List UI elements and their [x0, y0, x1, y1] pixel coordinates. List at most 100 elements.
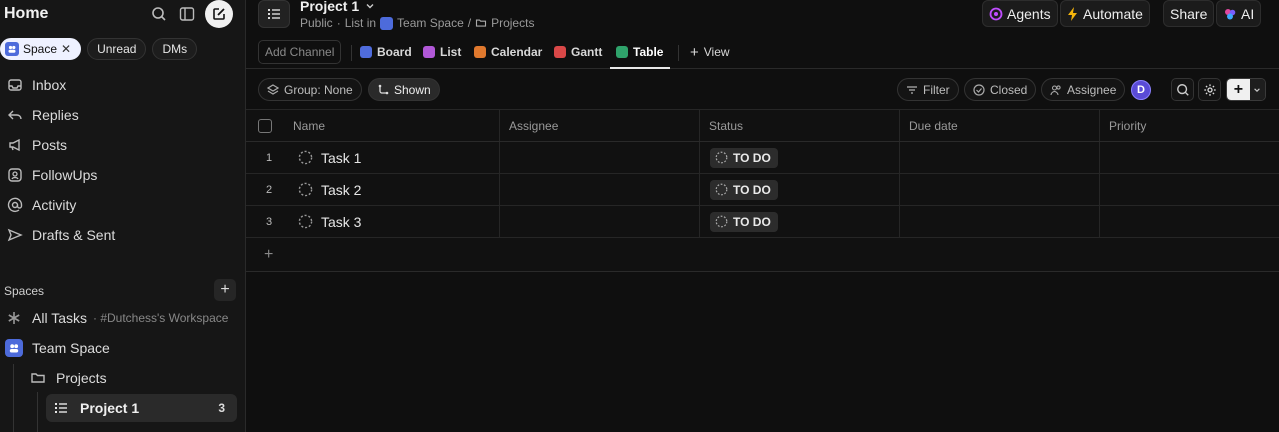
tab-gantt[interactable]: Gantt: [554, 40, 602, 64]
filter-button[interactable]: Filter: [897, 78, 959, 101]
add-view-button[interactable]: + View: [690, 40, 730, 64]
team-icon: [5, 339, 23, 357]
tab-list-label: List: [440, 45, 462, 59]
status-badge[interactable]: TO DO: [710, 179, 778, 200]
sidebar-item-followups[interactable]: FollowUps: [6, 163, 97, 187]
search-button[interactable]: [1171, 78, 1194, 101]
column-header-assignee[interactable]: Assignee: [500, 110, 700, 141]
sidebar-item-inbox[interactable]: Inbox: [6, 73, 66, 97]
priority-cell[interactable]: [1100, 174, 1279, 205]
tab-table-label: Table: [633, 45, 664, 59]
assignee-cell[interactable]: [500, 206, 700, 237]
task-name-cell[interactable]: Task 3: [284, 206, 500, 237]
close-icon[interactable]: ✕: [61, 42, 71, 56]
people-icon: [1050, 84, 1061, 95]
sidebar-item-team-space[interactable]: Team Space: [5, 336, 110, 360]
sidebar-item-projects[interactable]: Projects: [30, 366, 107, 390]
gear-icon: [1203, 83, 1216, 96]
tab-calendar[interactable]: Calendar: [474, 40, 542, 64]
tab-table[interactable]: Table: [616, 40, 663, 64]
sidebar-item-posts[interactable]: Posts: [6, 133, 67, 157]
status-cell[interactable]: TO DO: [700, 206, 900, 237]
list-icon: [54, 401, 72, 415]
priority-cell[interactable]: [1100, 142, 1279, 173]
ai-button[interactable]: AI: [1216, 0, 1262, 27]
breadcrumb-folder[interactable]: Projects: [491, 16, 534, 30]
column-header-due-date[interactable]: Due date: [900, 110, 1100, 141]
assignee-cell[interactable]: [500, 174, 700, 205]
due-date-cell[interactable]: [900, 206, 1100, 237]
sidebar-item-label: Activity: [32, 197, 77, 213]
due-date-cell[interactable]: [900, 174, 1100, 205]
search-icon[interactable]: [149, 4, 169, 24]
status-label: TO DO: [733, 150, 771, 165]
chip-dms[interactable]: DMs: [152, 38, 198, 60]
table-row[interactable]: 2 Task 2 TO DO: [246, 174, 1279, 206]
plus-icon[interactable]: +: [1227, 79, 1250, 100]
sidebar-toggle-icon[interactable]: [177, 4, 197, 24]
list-menu-button[interactable]: [258, 0, 290, 28]
due-date-cell[interactable]: [900, 142, 1100, 173]
list-icon: [268, 9, 280, 19]
view-tabs: Add Channel Board List Calendar Gantt Ta…: [246, 37, 1279, 69]
sidebar-item-all-tasks[interactable]: All Tasks · #Dutchess's Workspace: [6, 306, 228, 330]
column-header-name[interactable]: Name: [284, 110, 500, 141]
compose-button[interactable]: [205, 0, 233, 28]
chip-space[interactable]: Space ✕: [0, 38, 82, 60]
column-header-status[interactable]: Status: [700, 110, 900, 141]
followup-icon: [6, 166, 24, 184]
all-tasks-label: All Tasks: [32, 310, 87, 326]
assignee-cell[interactable]: [500, 142, 700, 173]
chevron-down-icon[interactable]: [1249, 79, 1265, 100]
add-task-button[interactable]: +: [1226, 78, 1266, 101]
sidebar-item-activity[interactable]: Activity: [6, 193, 76, 217]
sidebar-item-project-1[interactable]: Project 1 3: [46, 394, 237, 422]
status-badge[interactable]: TO DO: [710, 147, 778, 168]
select-all-cell: [246, 110, 284, 141]
project-title[interactable]: Project 1: [300, 0, 375, 14]
tab-board[interactable]: Board: [360, 40, 412, 64]
team-icon: [5, 42, 19, 56]
filter-label: Filter: [923, 82, 950, 97]
sidebar-item-replies[interactable]: Replies: [6, 103, 79, 127]
status-cell[interactable]: TO DO: [700, 142, 900, 173]
project-1-label: Project 1: [80, 400, 140, 416]
automate-button[interactable]: Automate: [1060, 0, 1150, 27]
asterisk-icon: [6, 310, 24, 326]
tab-list[interactable]: List: [423, 40, 461, 64]
table-row[interactable]: 3 Task 3 TO DO: [246, 206, 1279, 238]
group-button[interactable]: Group: None: [258, 78, 362, 101]
task-name-cell[interactable]: Task 1: [284, 142, 500, 173]
chip-unread[interactable]: Unread: [87, 38, 147, 60]
add-channel-button[interactable]: Add Channel: [258, 40, 342, 64]
task-name: Task 3: [321, 213, 362, 230]
chip-space-label: Space: [23, 42, 58, 56]
add-row-button[interactable]: +: [246, 238, 1279, 272]
sidebar-filter-chips: Space ✕ Unread DMs: [0, 38, 198, 60]
task-count: 3: [218, 401, 225, 415]
sidebar-item-drafts[interactable]: Drafts & Sent: [6, 223, 115, 247]
breadcrumb-space[interactable]: Team Space: [397, 16, 464, 30]
settings-button[interactable]: [1198, 78, 1221, 101]
assignee-button[interactable]: Assignee: [1041, 78, 1126, 101]
share-button[interactable]: Share: [1163, 0, 1215, 27]
folder-icon: [476, 19, 487, 27]
task-name-cell[interactable]: Task 2: [284, 174, 500, 205]
plus-icon[interactable]: +: [264, 246, 273, 264]
table-row[interactable]: 1 Task 1 TO DO: [246, 142, 1279, 174]
status-cell[interactable]: TO DO: [700, 174, 900, 205]
status-badge[interactable]: TO DO: [710, 211, 778, 232]
agents-button[interactable]: Agents: [982, 0, 1058, 27]
breadcrumb-separator: ·: [336, 16, 341, 30]
ai-label: AI: [1241, 5, 1255, 22]
priority-cell[interactable]: [1100, 206, 1279, 237]
avatar[interactable]: D: [1131, 80, 1151, 100]
column-header-priority[interactable]: Priority: [1100, 110, 1279, 141]
shown-button[interactable]: Shown: [368, 78, 440, 101]
add-space-button[interactable]: +: [214, 279, 236, 301]
closed-button[interactable]: Closed: [964, 78, 1037, 101]
subtask-icon: [378, 84, 389, 94]
project-title-text: Project 1: [300, 0, 360, 14]
select-all-checkbox[interactable]: [258, 118, 272, 133]
ai-sparkle-icon: [1225, 8, 1236, 19]
